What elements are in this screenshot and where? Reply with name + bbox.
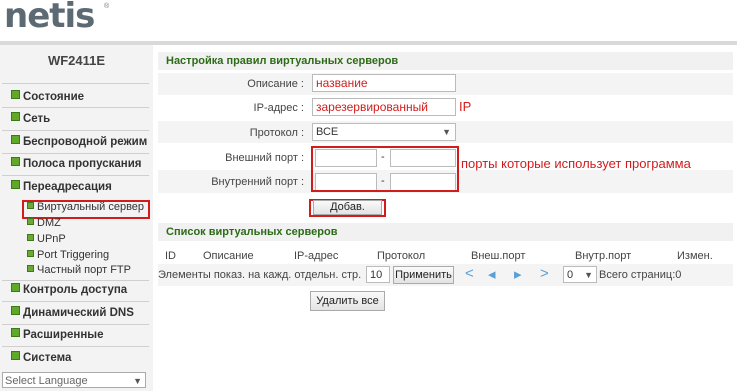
plus-icon	[11, 157, 20, 166]
sidebar-subitem-port-triggering[interactable]: Port Triggering	[27, 249, 109, 261]
plus-icon	[11, 306, 20, 315]
protocol-label: Протокол :	[249, 127, 304, 139]
total-pages-text: Всего страниц:0	[599, 269, 682, 281]
col-id: ID	[165, 250, 176, 262]
form-section-title: Настройка правил виртуальных серверов	[158, 52, 733, 70]
ip-input[interactable]: зарезервированный	[312, 98, 456, 116]
sidebar-item-network[interactable]: Сеть	[11, 112, 50, 125]
ports-highlight	[311, 146, 459, 192]
col-edit: Измен.	[677, 250, 713, 262]
apply-button[interactable]: Применить	[393, 266, 454, 284]
chevron-down-icon: ▼	[133, 376, 142, 386]
sidebar-item-bandwidth[interactable]: Полоса пропускания	[11, 157, 141, 170]
col-ip: IP-адрес	[294, 250, 339, 262]
divider	[2, 153, 149, 154]
divider	[2, 130, 149, 131]
sidebar-item-status[interactable]: Состояние	[11, 90, 84, 103]
language-select[interactable]: Select Language ▼	[2, 372, 146, 388]
square-icon	[27, 265, 34, 272]
sidebar-item-wireless[interactable]: Беспроводной режим	[11, 135, 147, 148]
last-page-icon[interactable]: >	[540, 265, 549, 282]
page-select[interactable]: 0 ▼	[563, 266, 597, 283]
int-port-label: Внутренний порт :	[211, 176, 304, 188]
plus-icon	[11, 283, 20, 292]
plus-icon	[11, 90, 20, 99]
per-page-input[interactable]: 10	[366, 266, 390, 283]
col-int-port: Внутр.порт	[575, 250, 632, 262]
col-protocol: Протокол	[377, 250, 426, 262]
divider	[2, 301, 149, 302]
chevron-down-icon: ▼	[442, 127, 451, 137]
sidebar-subitem-upnp[interactable]: UPnP	[27, 233, 66, 245]
sidebar-subitem-private-ftp[interactable]: Частный порт FTP	[27, 264, 131, 276]
description-label: Описание :	[247, 78, 304, 90]
ports-hint-annotation: порты которые использует программа	[461, 156, 691, 171]
description-input[interactable]: название	[312, 74, 456, 92]
list-section-title: Список виртуальных серверов	[158, 223, 733, 241]
plus-icon	[11, 328, 20, 337]
divider	[2, 107, 149, 108]
plus-icon	[11, 112, 20, 121]
per-page-label: Элементы показ. на кажд. отдельн. стр.	[158, 269, 362, 281]
col-description: Описание	[203, 250, 254, 262]
divider	[2, 324, 149, 325]
plus-icon	[11, 351, 20, 360]
square-icon	[27, 234, 34, 241]
square-icon	[27, 202, 34, 209]
sidebar-item-forwarding[interactable]: Переадресация	[11, 180, 112, 193]
ip-suffix-annotation: IP	[459, 99, 472, 114]
sidebar-subitem-virtual-server[interactable]: Виртуальный сервер	[27, 201, 144, 213]
add-button[interactable]: Добав.	[313, 200, 382, 215]
sidebar: WF2411E Состояние Сеть Беспроводной режи…	[0, 45, 153, 391]
next-page-icon[interactable]: ▸	[514, 265, 522, 283]
sidebar-item-system[interactable]: Система	[11, 351, 71, 364]
first-page-icon[interactable]: <	[465, 265, 474, 282]
sidebar-item-access-control[interactable]: Контроль доступа	[11, 283, 127, 296]
netis-logo: netis	[4, 0, 95, 36]
divider	[2, 175, 149, 176]
divider	[2, 346, 149, 347]
chevron-down-icon: ▼	[584, 270, 593, 280]
prev-page-icon[interactable]: ◂	[488, 265, 496, 283]
delete-all-button[interactable]: Удалить все	[310, 291, 385, 311]
divider	[2, 83, 149, 84]
ip-label: IP-адрес :	[253, 102, 304, 114]
ext-port-label: Внешний порт :	[225, 152, 304, 164]
protocol-select[interactable]: ВСЕ ▼	[312, 123, 456, 141]
minus-icon	[11, 180, 20, 189]
sidebar-item-advanced[interactable]: Расширенные	[11, 328, 104, 341]
registered-mark: ®	[104, 3, 110, 10]
square-icon	[27, 250, 34, 257]
sidebar-subitem-dmz[interactable]: DMZ	[27, 217, 61, 229]
divider	[2, 280, 149, 281]
plus-icon	[11, 135, 20, 144]
square-icon	[27, 218, 34, 225]
col-ext-port: Внеш.порт	[471, 250, 526, 262]
model-name: WF2411E	[47, 53, 106, 68]
sidebar-item-ddns[interactable]: Динамический DNS	[11, 306, 134, 319]
